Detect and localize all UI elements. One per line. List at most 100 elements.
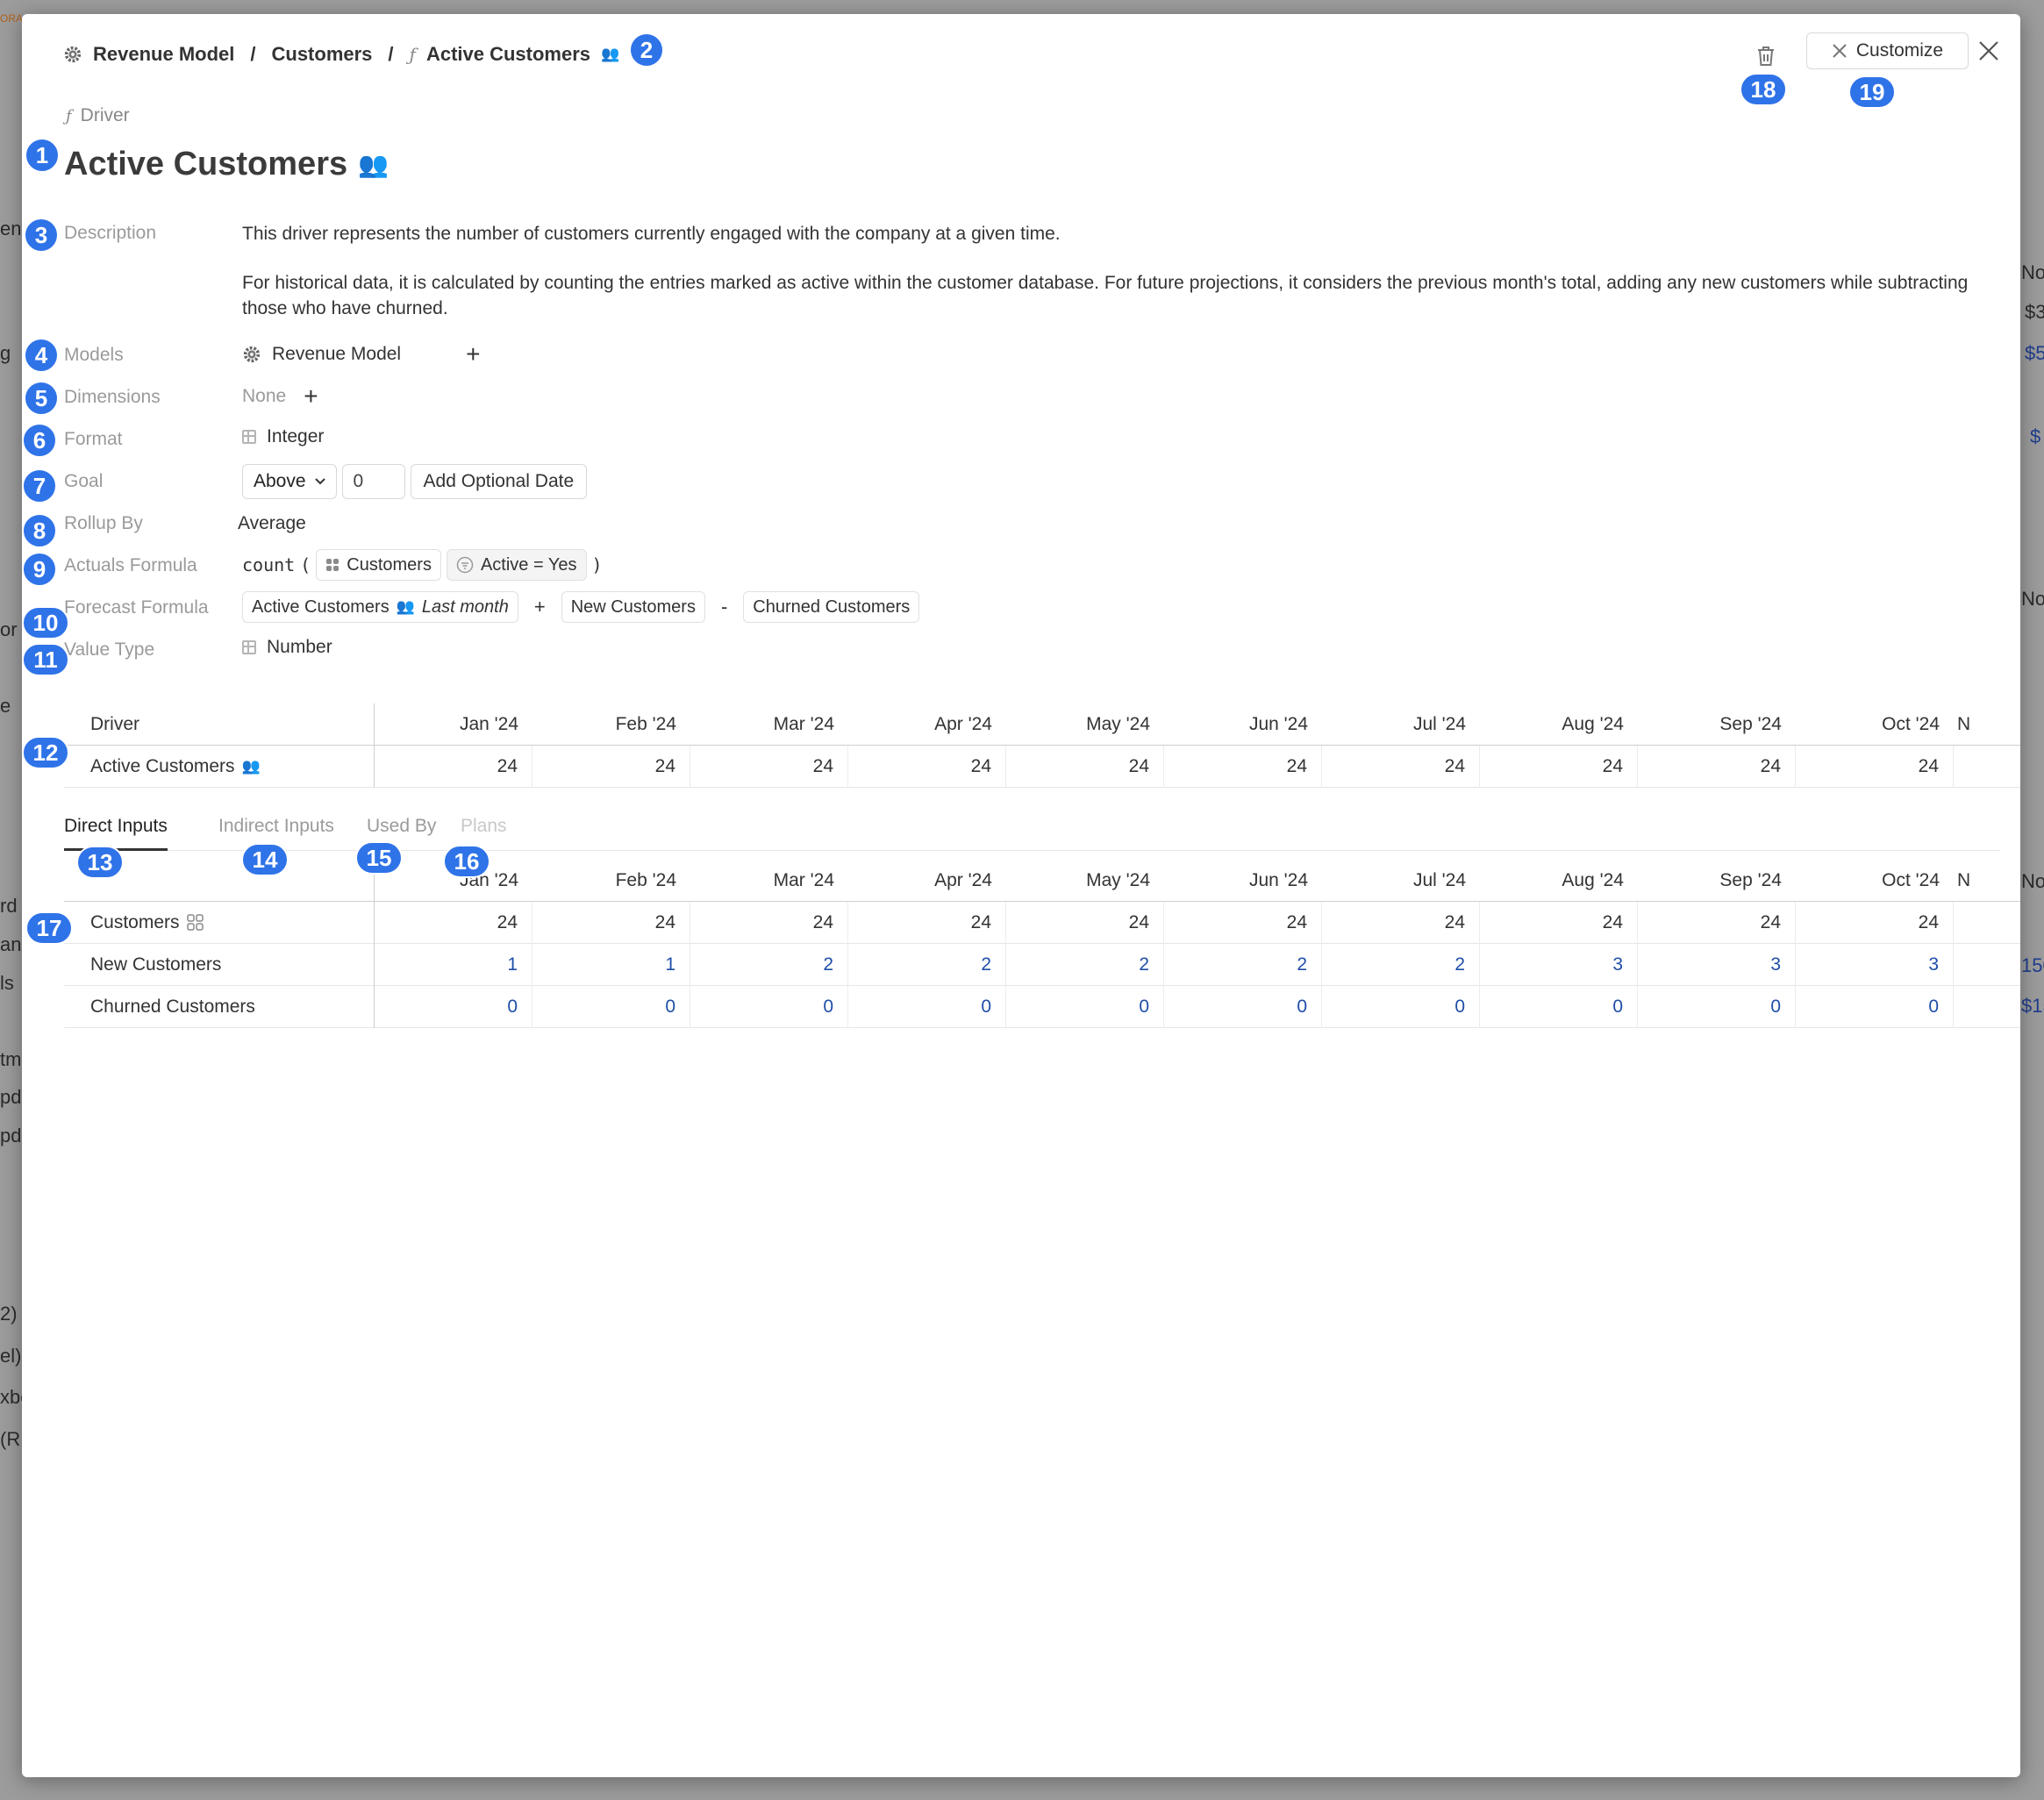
- actuals-formula-label: Actuals Formula: [64, 555, 197, 575]
- breadcrumb-item-active-customers[interactable]: ƒ Active Customers 👥: [410, 43, 620, 66]
- goal-label: Goal: [64, 471, 104, 491]
- annotation-marker: 10: [22, 606, 69, 639]
- table-cell[interactable]: 24: [1638, 902, 1796, 944]
- column-header: N: [1957, 870, 1971, 890]
- table-cell[interactable]: 0: [690, 986, 848, 1028]
- annotation-marker: 14: [241, 843, 289, 876]
- actuals-formula[interactable]: count ( Customers Active = Yes ): [242, 549, 603, 581]
- table-cell[interactable]: 24: [690, 902, 848, 944]
- trash-icon: [1758, 46, 1774, 66]
- table-cell[interactable]: 24: [1006, 902, 1164, 944]
- table-cell[interactable]: 0: [1796, 986, 1954, 1028]
- goal-comparator-select[interactable]: Above: [242, 464, 337, 499]
- row-name-churned-customers[interactable]: Churned Customers: [64, 986, 375, 1028]
- formula-term-label: Churned Customers: [753, 596, 911, 617]
- table-cell[interactable]: 24: [848, 902, 1006, 944]
- model-chip[interactable]: Revenue Model: [272, 344, 401, 365]
- table-cell[interactable]: 24: [375, 746, 532, 788]
- table-cell[interactable]: 1: [375, 944, 532, 986]
- table-cell[interactable]: 24: [532, 902, 690, 944]
- table-cell[interactable]: 1: [532, 944, 690, 986]
- customize-button[interactable]: Customize: [1806, 32, 1969, 69]
- column-header: Apr '24: [934, 870, 992, 890]
- table-cell[interactable]: 24: [1164, 746, 1322, 788]
- table-cell[interactable]: 24: [532, 746, 690, 788]
- annotation-marker: 16: [443, 845, 490, 878]
- table-cell[interactable]: 2: [1322, 944, 1480, 986]
- table-cell[interactable]: 0: [1006, 986, 1164, 1028]
- breadcrumb-item-revenue-model[interactable]: Revenue Model: [63, 43, 234, 66]
- delete-button[interactable]: [1750, 40, 1782, 72]
- dimensions-value: None +: [242, 384, 318, 409]
- formula-source-chip[interactable]: Customers: [316, 549, 441, 581]
- annotation-marker: 7: [22, 468, 57, 504]
- row-name-active-customers[interactable]: Active Customers 👥: [64, 746, 375, 788]
- people-icon: 👥: [358, 151, 389, 178]
- rollup-value[interactable]: Average: [238, 513, 306, 534]
- table-cell[interactable]: 24: [1006, 746, 1164, 788]
- table-cell[interactable]: 3: [1638, 944, 1796, 986]
- table-cell[interactable]: 24: [1164, 902, 1322, 944]
- annotation-marker: 6: [22, 423, 57, 458]
- column-header: Mar '24: [773, 870, 834, 890]
- table-cell[interactable]: 24: [1322, 746, 1480, 788]
- table-cell[interactable]: 24: [1796, 902, 1954, 944]
- row-name-customers[interactable]: Customers: [64, 902, 375, 944]
- annotation-marker: 12: [22, 736, 69, 769]
- value-type-value[interactable]: Number: [242, 637, 332, 658]
- description-text[interactable]: This driver represents the number of cus…: [242, 221, 1988, 321]
- formula-term-chip[interactable]: Active Customers 👥 Last month: [242, 591, 518, 623]
- row-name-new-customers[interactable]: New Customers: [64, 944, 375, 986]
- column-header: Mar '24: [773, 714, 834, 734]
- table-cell[interactable]: 2: [848, 944, 1006, 986]
- close-button[interactable]: [1971, 33, 2006, 68]
- table-cell[interactable]: 2: [1006, 944, 1164, 986]
- table-cell[interactable]: 24: [848, 746, 1006, 788]
- table-cell[interactable]: 0: [375, 986, 532, 1028]
- forecast-formula[interactable]: Active Customers 👥 Last month + New Cust…: [242, 591, 920, 623]
- annotation-marker: 13: [76, 846, 124, 879]
- bg-fragment: Nov: [2021, 261, 2044, 283]
- dimensions-label: Dimensions: [64, 387, 161, 407]
- table-cell[interactable]: 2: [1164, 944, 1322, 986]
- formula-term-chip[interactable]: Churned Customers: [743, 591, 920, 623]
- bg-fragment: e: [0, 695, 11, 717]
- table-cell[interactable]: 2: [690, 944, 848, 986]
- table-cell[interactable]: 0: [1480, 986, 1638, 1028]
- breadcrumb-item-customers[interactable]: Customers: [272, 43, 373, 66]
- formula-filter-chip[interactable]: Active = Yes: [446, 549, 587, 581]
- add-optional-date-button[interactable]: Add Optional Date: [410, 464, 588, 499]
- column-header-label: Driver: [90, 714, 139, 734]
- table-cell[interactable]: 24: [690, 746, 848, 788]
- add-model-button[interactable]: +: [466, 342, 480, 367]
- formula-term-label: New Customers: [570, 596, 696, 617]
- table-cell[interactable]: 0: [848, 986, 1006, 1028]
- table-cell[interactable]: 3: [1480, 944, 1638, 986]
- goal-value-input[interactable]: [341, 464, 405, 499]
- tab-direct-inputs[interactable]: Direct Inputs: [64, 804, 168, 851]
- page-title-text: Active Customers: [64, 146, 348, 182]
- tab-plans[interactable]: Plans: [461, 804, 507, 851]
- table-cell[interactable]: 24: [1638, 746, 1796, 788]
- add-dimension-button[interactable]: +: [304, 384, 318, 409]
- table-cell[interactable]: 24: [1480, 902, 1638, 944]
- annotation-marker: 18: [1740, 73, 1787, 106]
- table-cell[interactable]: 0: [1164, 986, 1322, 1028]
- table-cell[interactable]: 24: [1480, 746, 1638, 788]
- bg-fragment: (R: [0, 1428, 21, 1450]
- formula-term-chip[interactable]: New Customers: [561, 591, 705, 623]
- table-cell[interactable]: 3: [1796, 944, 1954, 986]
- table-cell[interactable]: 0: [1322, 986, 1480, 1028]
- table-cell[interactable]: 24: [375, 902, 532, 944]
- table-cell[interactable]: 24: [1322, 902, 1480, 944]
- table-cell[interactable]: 0: [1638, 986, 1796, 1028]
- table-cell[interactable]: 0: [532, 986, 690, 1028]
- formula-operator: -: [720, 596, 728, 618]
- column-header: May '24: [1086, 870, 1150, 890]
- breadcrumb-label: Active Customers: [425, 43, 591, 65]
- table-cell[interactable]: 24: [1796, 746, 1954, 788]
- bg-fragment: 2): [0, 1303, 18, 1325]
- format-text: Integer: [267, 426, 325, 446]
- format-value[interactable]: Integer: [242, 426, 324, 447]
- row-label: Churned Customers: [90, 996, 255, 1017]
